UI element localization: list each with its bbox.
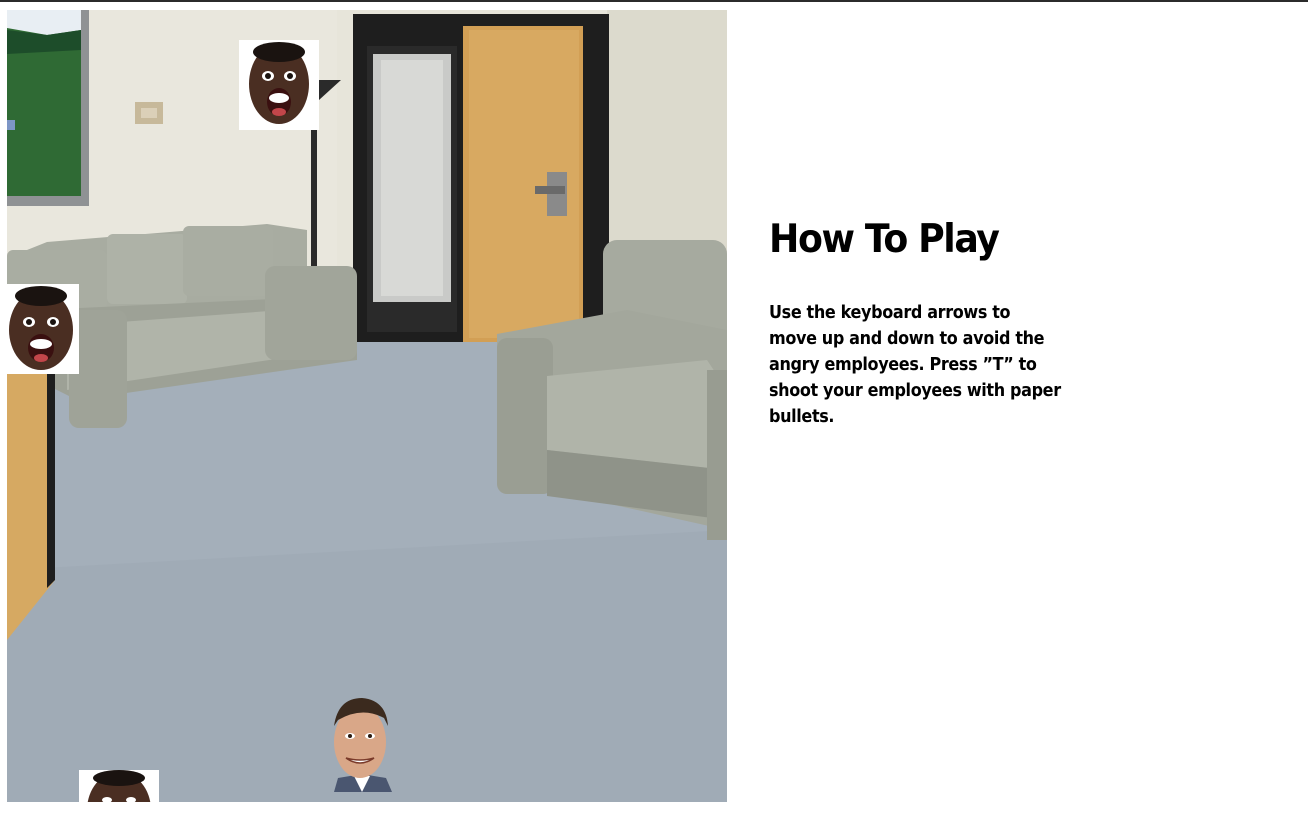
player-face-sprite — [324, 696, 400, 792]
how-to-play-panel: How To Play Use the keyboard arrows to m… — [769, 214, 1079, 430]
office-background — [7, 10, 727, 802]
game-canvas[interactable] — [7, 10, 727, 802]
enemy-face-sprite — [79, 770, 159, 802]
how-to-play-title: How To Play — [769, 217, 1000, 262]
enemy-face-sprite — [7, 284, 79, 374]
top-border — [0, 0, 1308, 2]
enemy-face-sprite — [239, 40, 319, 130]
how-to-play-body: Use the keyboard arrows to move up and d… — [769, 302, 1061, 427]
